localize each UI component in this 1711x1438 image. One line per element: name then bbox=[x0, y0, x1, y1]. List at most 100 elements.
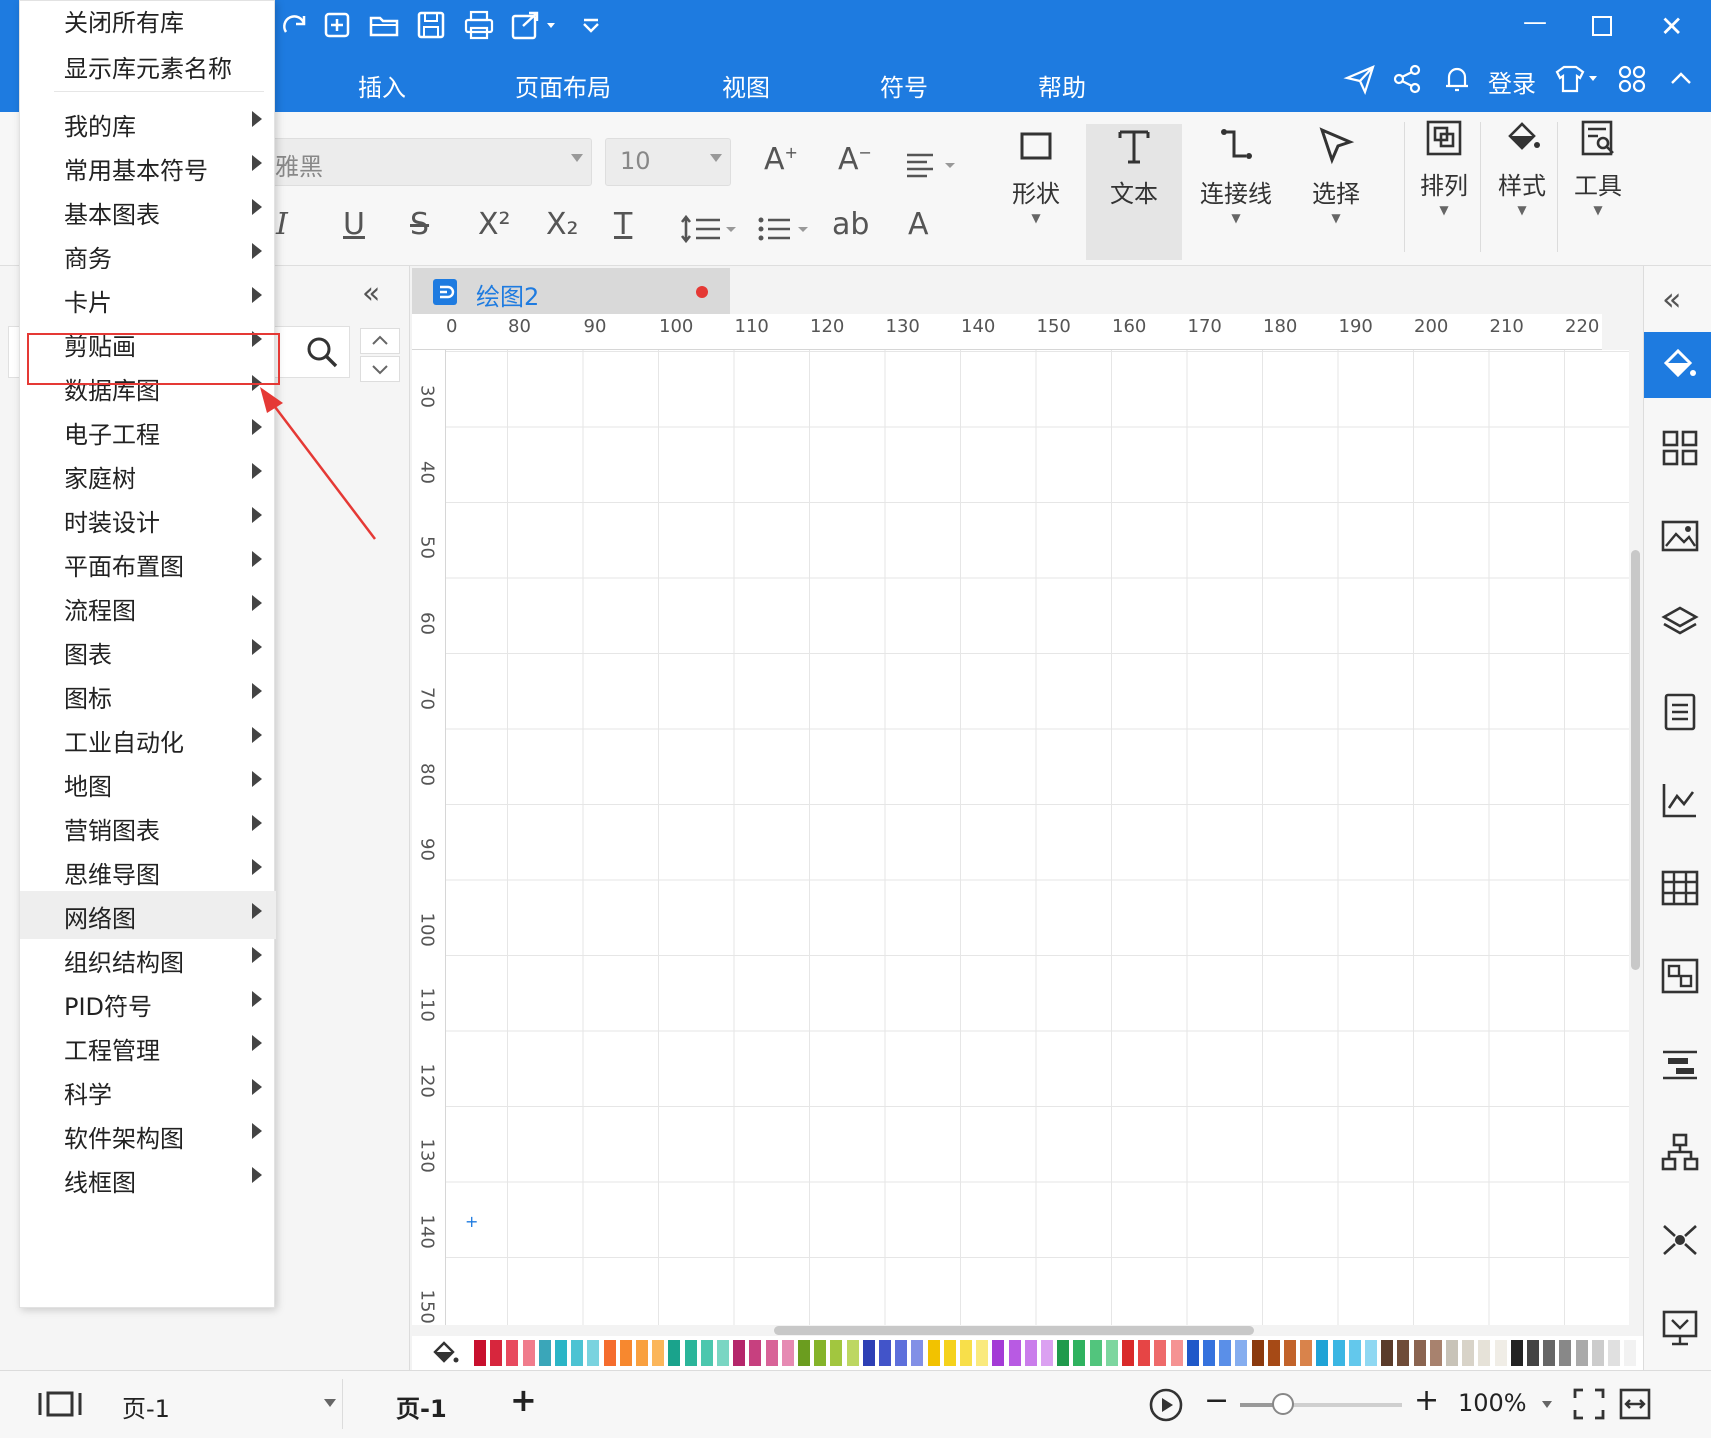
tab-page-layout[interactable]: 页面布局 bbox=[515, 68, 611, 103]
font-color-button[interactable]: A bbox=[908, 207, 929, 242]
color-swatch[interactable] bbox=[879, 1340, 891, 1366]
color-swatch[interactable] bbox=[976, 1340, 989, 1366]
color-swatch[interactable] bbox=[992, 1340, 1005, 1366]
color-swatch[interactable] bbox=[1478, 1340, 1491, 1366]
zoom-slider-thumb[interactable] bbox=[1272, 1393, 1294, 1415]
save-icon[interactable] bbox=[414, 8, 448, 42]
color-swatch[interactable] bbox=[1024, 1340, 1037, 1366]
color-swatch[interactable] bbox=[1219, 1340, 1232, 1366]
page-icon[interactable] bbox=[1660, 692, 1700, 732]
menu-item-show-library-names[interactable]: 显示库元素名称 bbox=[20, 41, 276, 89]
close-button[interactable]: ✕ bbox=[1660, 10, 1683, 43]
minimize-button[interactable]: — bbox=[1523, 8, 1547, 36]
mindmap-icon[interactable] bbox=[1660, 1220, 1700, 1260]
menu-item[interactable]: 思维导图 bbox=[20, 847, 276, 895]
collapse-ribbon-icon[interactable] bbox=[1664, 62, 1698, 96]
color-swatch[interactable] bbox=[684, 1340, 697, 1366]
color-swatch[interactable] bbox=[943, 1340, 956, 1366]
color-swatch[interactable] bbox=[911, 1340, 924, 1366]
color-swatch[interactable] bbox=[522, 1340, 535, 1366]
font-size-select[interactable]: 10 bbox=[605, 138, 731, 186]
color-swatch[interactable] bbox=[1235, 1340, 1248, 1366]
color-swatch[interactable] bbox=[765, 1340, 778, 1366]
container-icon[interactable] bbox=[1660, 956, 1700, 996]
fit-width-icon[interactable] bbox=[1618, 1387, 1652, 1421]
fill-panel-button[interactable] bbox=[1644, 332, 1711, 398]
color-swatch[interactable] bbox=[846, 1340, 859, 1366]
color-swatch[interactable] bbox=[1462, 1340, 1475, 1366]
menu-item[interactable]: 平面布置图 bbox=[20, 539, 276, 587]
color-swatch[interactable] bbox=[490, 1340, 503, 1366]
color-swatch[interactable] bbox=[1543, 1340, 1556, 1366]
vertical-scrollbar[interactable] bbox=[1631, 550, 1640, 970]
menu-item[interactable]: 工程管理 bbox=[20, 1023, 276, 1071]
search-icon[interactable] bbox=[304, 334, 340, 370]
color-swatch[interactable] bbox=[862, 1340, 875, 1366]
color-swatch[interactable] bbox=[1413, 1340, 1426, 1366]
increase-font-icon[interactable]: A+ bbox=[764, 142, 798, 177]
zoom-in-button[interactable]: + bbox=[1414, 1383, 1439, 1418]
menu-item[interactable]: 组织结构图 bbox=[20, 935, 276, 983]
color-swatch[interactable] bbox=[1624, 1340, 1637, 1366]
customize-quick-access-icon[interactable] bbox=[574, 8, 608, 42]
color-swatch[interactable] bbox=[555, 1340, 567, 1366]
collapse-panel-icon[interactable]: « bbox=[362, 276, 380, 311]
color-swatch[interactable] bbox=[1089, 1340, 1102, 1366]
menu-item[interactable]: 卡片 bbox=[20, 275, 276, 323]
color-swatch[interactable] bbox=[1365, 1340, 1377, 1366]
layers-icon[interactable] bbox=[1660, 604, 1700, 644]
subscript-button[interactable]: X₂ bbox=[546, 207, 579, 242]
color-swatch[interactable] bbox=[1397, 1340, 1410, 1366]
share-icon[interactable] bbox=[1390, 62, 1424, 96]
color-swatch[interactable] bbox=[830, 1340, 843, 1366]
color-swatch[interactable] bbox=[1284, 1340, 1296, 1366]
shape-button[interactable]: 形状 ▼ bbox=[988, 124, 1084, 248]
scroll-down-button[interactable] bbox=[360, 356, 400, 382]
color-swatch[interactable] bbox=[1527, 1340, 1539, 1366]
color-swatch[interactable] bbox=[1348, 1340, 1361, 1366]
color-swatch[interactable] bbox=[538, 1340, 551, 1366]
redo-icon[interactable] bbox=[278, 8, 312, 42]
menu-item[interactable]: 电子工程 bbox=[20, 407, 276, 455]
tab-symbol[interactable]: 符号 bbox=[880, 68, 928, 103]
menu-item[interactable]: 地图 bbox=[20, 759, 276, 807]
menu-item[interactable]: 家庭树 bbox=[20, 451, 276, 499]
export-icon[interactable] bbox=[509, 8, 561, 42]
expand-panel-icon[interactable]: « bbox=[1662, 280, 1682, 318]
new-file-icon[interactable] bbox=[320, 8, 354, 42]
color-swatch[interactable] bbox=[1510, 1340, 1523, 1366]
color-swatch[interactable] bbox=[587, 1340, 600, 1366]
color-swatch[interactable] bbox=[781, 1340, 794, 1366]
color-swatch[interactable] bbox=[814, 1340, 827, 1366]
menu-item[interactable]: 网络图 bbox=[20, 891, 276, 939]
menu-item[interactable]: 图标 bbox=[20, 671, 276, 719]
tab-help[interactable]: 帮助 bbox=[1038, 68, 1086, 103]
menu-item[interactable]: 工业自动化 bbox=[20, 715, 276, 763]
color-swatch[interactable] bbox=[1316, 1340, 1329, 1366]
presentation-icon[interactable] bbox=[1660, 1308, 1700, 1348]
color-swatch[interactable] bbox=[1559, 1340, 1572, 1366]
menu-item[interactable]: 时装设计 bbox=[20, 495, 276, 543]
play-icon[interactable] bbox=[1148, 1387, 1184, 1423]
color-swatch[interactable] bbox=[1591, 1340, 1604, 1366]
color-swatch[interactable] bbox=[1186, 1340, 1199, 1366]
bullet-list-icon[interactable] bbox=[756, 212, 816, 246]
horizontal-scrollbar[interactable] bbox=[774, 1326, 1254, 1335]
menu-item[interactable]: 常用基本符号 bbox=[20, 143, 276, 191]
scroll-up-button[interactable] bbox=[360, 328, 400, 354]
color-swatch[interactable] bbox=[474, 1340, 486, 1366]
color-swatch[interactable] bbox=[1300, 1340, 1313, 1366]
skin-icon[interactable] bbox=[1553, 62, 1603, 96]
color-swatch[interactable] bbox=[1381, 1340, 1394, 1366]
color-swatch[interactable] bbox=[749, 1340, 762, 1366]
line-spacing-icon[interactable] bbox=[680, 212, 740, 246]
menu-item[interactable]: 科学 bbox=[20, 1067, 276, 1115]
page-tab[interactable]: 页-1 bbox=[396, 1389, 447, 1424]
color-swatch[interactable] bbox=[700, 1340, 713, 1366]
align-icon[interactable] bbox=[905, 150, 961, 180]
zoom-out-button[interactable]: − bbox=[1204, 1383, 1229, 1418]
color-swatch[interactable] bbox=[571, 1340, 584, 1366]
login-link[interactable]: 登录 bbox=[1488, 64, 1536, 99]
color-swatch[interactable] bbox=[1138, 1340, 1151, 1366]
color-swatch[interactable] bbox=[1041, 1340, 1053, 1366]
